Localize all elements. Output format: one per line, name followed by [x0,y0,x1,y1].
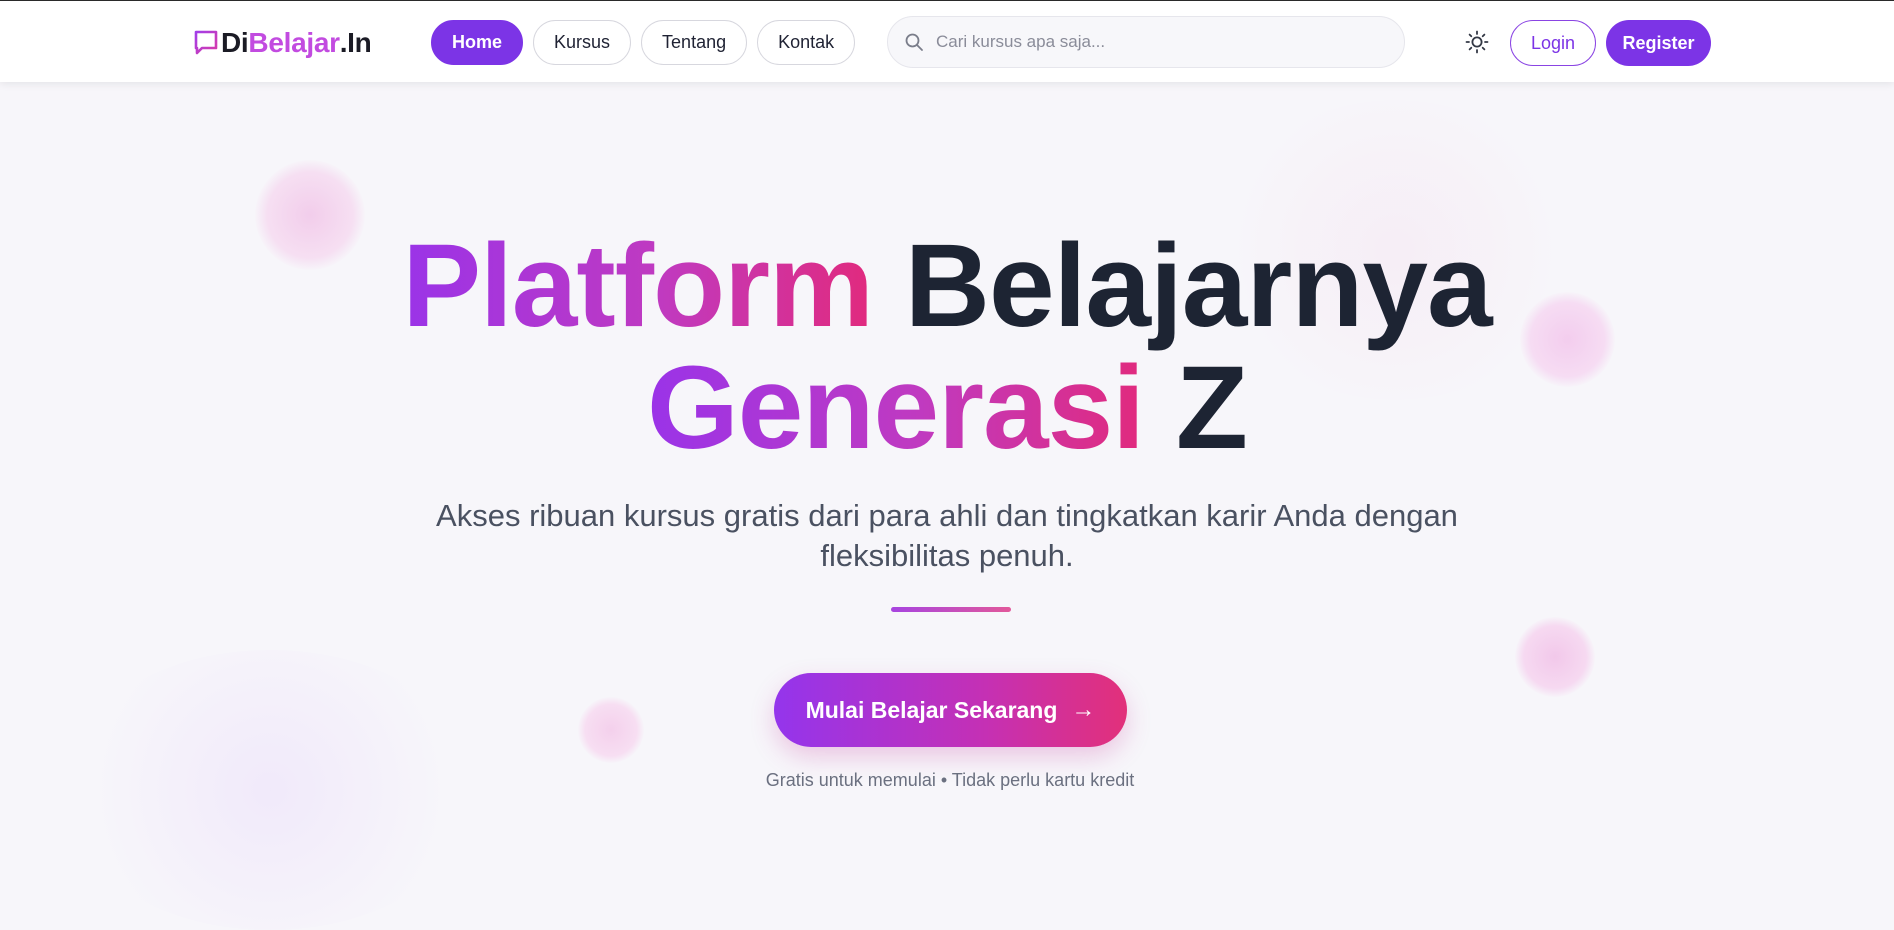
arrow-right-icon: → [1071,696,1096,723]
search-icon [905,33,923,51]
search-bar[interactable] [887,16,1405,68]
hero-subtitle: Akses ribuan kursus gratis dari para ahl… [436,498,1458,573]
brand-name-belajar: Belajar [248,27,340,58]
nav-kontak[interactable]: Kontak [757,20,856,65]
hero-divider [891,607,1011,612]
hero-title-line1: Platform Belajarnya [0,227,1894,345]
start-learning-button[interactable]: Mulai Belajar Sekarang → [774,673,1127,747]
nav-kursus[interactable]: Kursus [533,20,632,65]
sun-icon [1465,30,1489,54]
hero-title-gradient-word: Platform [402,220,874,352]
brand-name-di: Di [221,27,249,58]
hero-title-dark-word: Z [1175,342,1248,474]
nav-home[interactable]: Home [431,20,524,65]
register-button[interactable]: Register [1606,20,1711,66]
brand-name-in: .In [339,27,372,58]
theme-toggle-button[interactable] [1464,29,1490,55]
hero-note: Gratis untuk memulai • Tidak perlu kartu… [765,770,1135,790]
decor-blob [1515,617,1595,697]
start-learning-label: Mulai Belajar Sekarang [805,696,1058,723]
top-navbar: Di Belajar .In Home Kursus Tentang Kontak … [0,1,1894,82]
search-input[interactable] [936,32,1376,52]
hero-title-line2: Generasi Z [0,349,1894,467]
login-button[interactable]: Login [1510,20,1596,66]
decor-blob [578,697,644,763]
chat-bubble-icon [194,30,218,55]
hero-title-dark-word: Belajarnya [904,220,1493,352]
brand-logo[interactable]: Di Belajar .In [193,23,372,63]
main-nav: Home Kursus Tentang Kontak [431,20,865,65]
nav-tentang[interactable]: Tentang [641,20,748,65]
hero-title-gradient-word: Generasi [647,342,1145,474]
